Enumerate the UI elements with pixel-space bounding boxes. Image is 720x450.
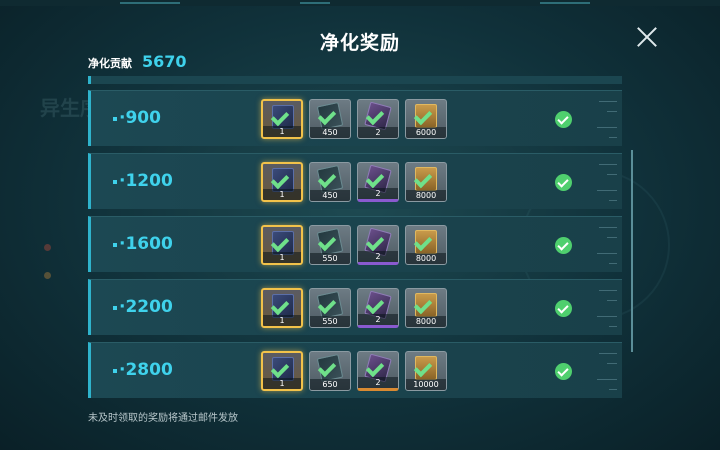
reward-tier-row[interactable]: ·1600 1 550 2 8000 (88, 216, 622, 272)
tier-marker (113, 306, 117, 310)
top-status-strip (0, 0, 720, 6)
reward-item-slot[interactable]: 1 (261, 351, 303, 391)
list-scrollbar[interactable] (631, 150, 633, 352)
tier-marker (113, 369, 117, 373)
reward-tier-row[interactable]: ·2800 1 650 2 10000 (88, 342, 622, 398)
item-quantity: 650 (310, 379, 350, 390)
background-dot (44, 272, 51, 279)
row-decoration (591, 223, 617, 267)
reward-item-slot[interactable]: 2 (357, 99, 399, 139)
reward-item-slot[interactable]: 1 (261, 288, 303, 328)
background-dot (44, 244, 51, 251)
reward-item-slot[interactable]: 1 (261, 99, 303, 139)
item-quantity: 450 (310, 190, 350, 201)
row-decoration (591, 349, 617, 393)
tier-claimed-check-icon (555, 174, 572, 191)
reward-item-slot[interactable]: 8000 (405, 162, 447, 202)
reward-item-slot[interactable]: 1 (261, 225, 303, 265)
item-quantity: 6000 (406, 127, 446, 138)
reward-item-slot[interactable]: 8000 (405, 288, 447, 328)
item-quantity: 1 (263, 126, 301, 137)
tier-threshold: ·2200 (119, 297, 173, 317)
item-quantity: 2 (358, 127, 398, 138)
item-quantity: 550 (310, 316, 350, 327)
item-quantity: 2 (358, 377, 398, 388)
row-decoration (591, 160, 617, 204)
row-decoration (591, 286, 617, 330)
dialog-title: 净化奖励 (319, 32, 400, 54)
item-quantity: 8000 (406, 316, 446, 327)
reward-item-slot[interactable]: 2 (357, 225, 399, 265)
item-quantity: 2 (358, 188, 398, 199)
tier-threshold: ·1600 (119, 234, 173, 254)
reward-item-slot[interactable]: 2 (357, 288, 399, 328)
item-quantity: 2 (358, 314, 398, 325)
reward-item-slot[interactable]: 2 (357, 162, 399, 202)
item-quantity: 8000 (406, 190, 446, 201)
tier-threshold: ·2800 (119, 360, 173, 380)
tier-marker (113, 117, 117, 121)
item-quantity: 1 (263, 189, 301, 200)
reward-item-slot[interactable]: 2 (357, 351, 399, 391)
contribution-value: 5670 (142, 52, 187, 71)
mail-notice: 未及时领取的奖励将通过邮件发放 (88, 413, 238, 424)
tier-threshold: ·1200 (119, 171, 173, 191)
item-quantity: 10000 (406, 379, 446, 390)
reward-item-slot[interactable]: 650 (309, 351, 351, 391)
reward-tier-row[interactable]: ·900 1 450 2 6000 (88, 90, 622, 146)
item-quantity: 2 (358, 251, 398, 262)
tier-marker (113, 180, 117, 184)
item-quantity: 550 (310, 253, 350, 264)
reward-item-slot[interactable]: 450 (309, 162, 351, 202)
tier-claimed-check-icon (555, 237, 572, 254)
item-quantity: 1 (263, 252, 301, 263)
reward-item-slot[interactable]: 8000 (405, 225, 447, 265)
reward-item-slot[interactable]: 550 (309, 225, 351, 265)
item-quantity: 8000 (406, 253, 446, 264)
reward-item-slot[interactable]: 10000 (405, 351, 447, 391)
item-quantity: 450 (310, 127, 350, 138)
tier-claimed-check-icon (555, 300, 572, 317)
reward-tier-row[interactable]: ·2200 1 550 2 8000 (88, 279, 622, 335)
reward-item-slot[interactable]: 450 (309, 99, 351, 139)
reward-tier-list[interactable]: ·900 1 450 2 6000 ·1200 1 450 2 8000 ·1600 1 550 2 800… (88, 76, 622, 399)
contribution-label: 净化贡献 (88, 57, 132, 70)
tier-claimed-check-icon (555, 363, 572, 380)
item-quantity: 1 (263, 378, 301, 389)
item-quantity: 1 (263, 315, 301, 326)
reward-item-slot[interactable]: 6000 (405, 99, 447, 139)
reward-item-slot[interactable]: 1 (261, 162, 303, 202)
close-button[interactable] (634, 24, 660, 50)
row-decoration (591, 97, 617, 141)
tier-threshold: ·900 (119, 108, 161, 128)
tier-claimed-check-icon (555, 111, 572, 128)
contribution-summary: 净化贡献 5670 (88, 52, 187, 71)
tier-marker (113, 243, 117, 247)
reward-tier-row[interactable]: ·1200 1 450 2 8000 (88, 153, 622, 209)
reward-item-slot[interactable]: 550 (309, 288, 351, 328)
partial-tier-row (88, 76, 622, 84)
